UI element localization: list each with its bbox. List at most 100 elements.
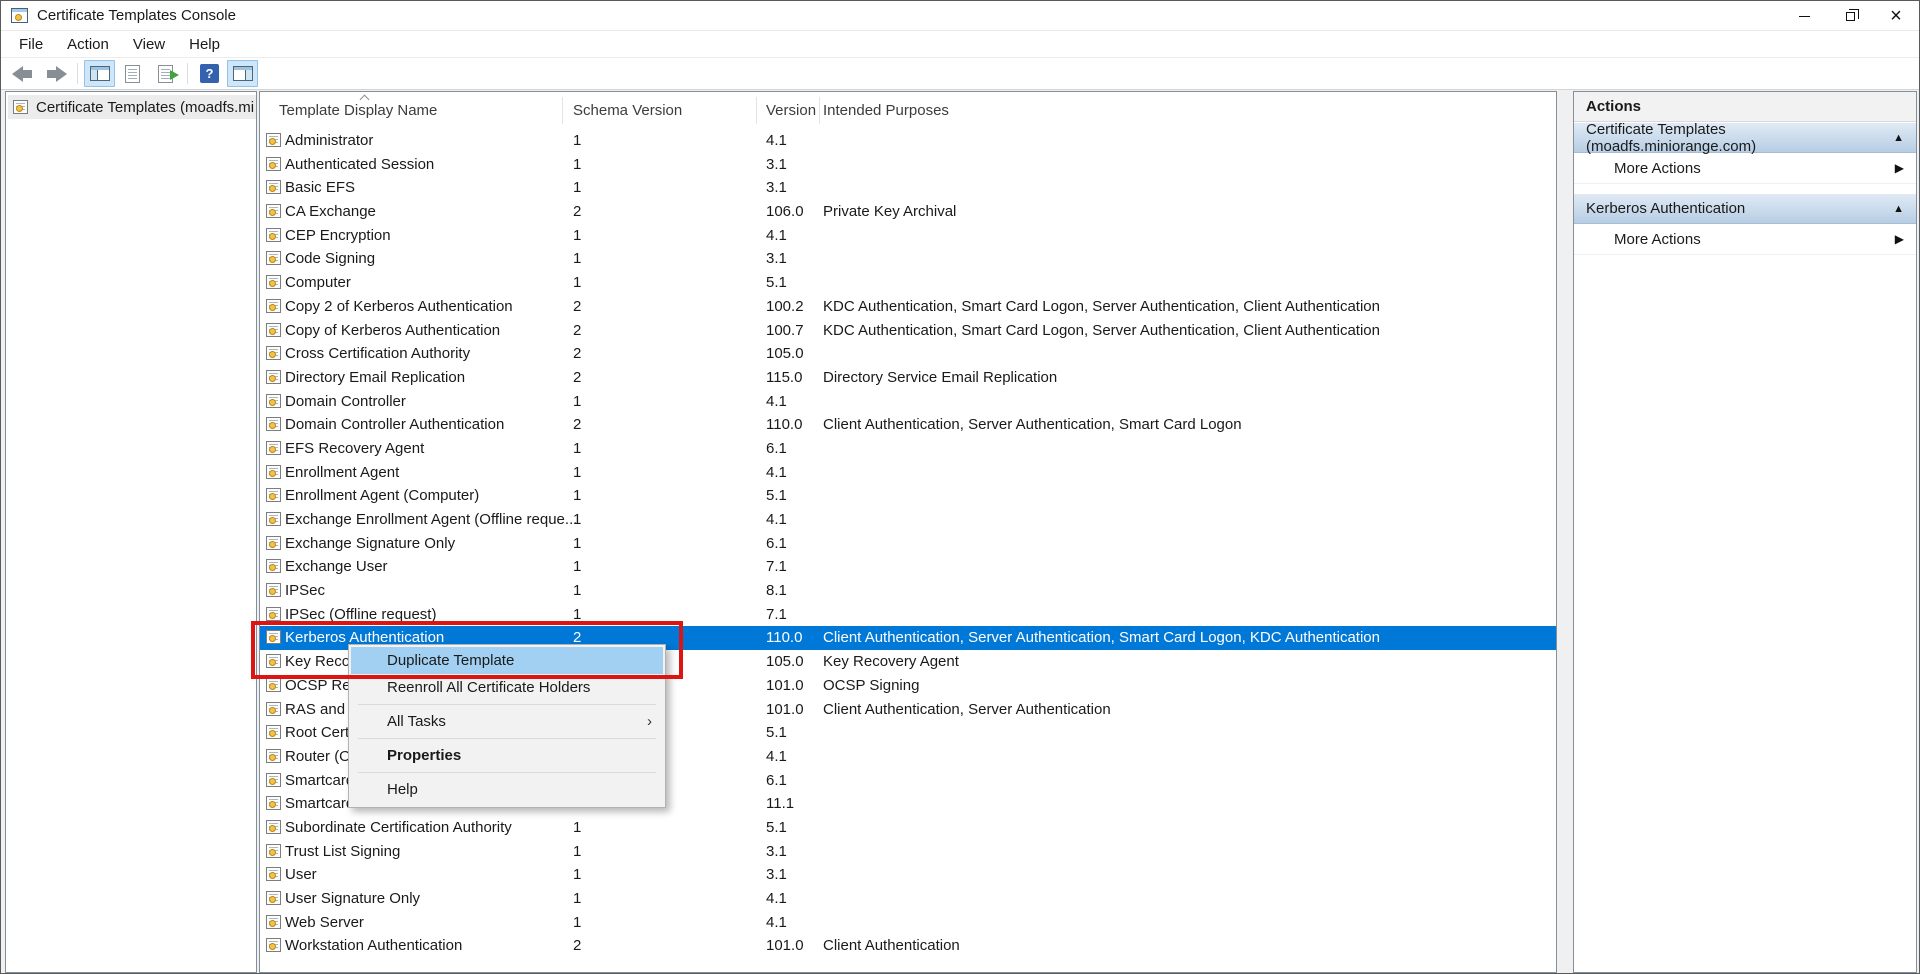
table-row[interactable]: Basic EFS13.1 xyxy=(260,176,1556,200)
window-controls: × xyxy=(1781,1,1919,31)
cell-schema: 1 xyxy=(573,816,581,840)
table-row[interactable]: Code Signing13.1 xyxy=(260,247,1556,271)
table-row[interactable]: Directory Email Replication2115.0Directo… xyxy=(260,366,1556,390)
table-row[interactable]: User Signature Only14.1 xyxy=(260,887,1556,911)
certificate-template-icon xyxy=(266,370,281,384)
export-list-button[interactable] xyxy=(150,60,181,87)
menu-help[interactable]: Help xyxy=(177,36,232,53)
cell-schema: 1 xyxy=(573,555,581,579)
table-row[interactable]: Trust List Signing13.1 xyxy=(260,840,1556,864)
table-row[interactable]: Authenticated Session13.1 xyxy=(260,153,1556,177)
cell-name: CA Exchange xyxy=(285,200,376,224)
collapse-icon[interactable]: ▲ xyxy=(1893,203,1904,215)
cell-schema: 2 xyxy=(573,413,581,437)
certificate-template-icon xyxy=(266,323,281,337)
cell-name: Router (O xyxy=(285,745,351,769)
cell-purp: Key Recovery Agent xyxy=(823,650,959,674)
cell-version: 6.1 xyxy=(766,532,787,556)
show-action-pane-button[interactable] xyxy=(227,60,258,87)
cell-schema: 2 xyxy=(573,342,581,366)
tree-root-item[interactable]: Certificate Templates (moadfs.mi xyxy=(8,95,256,119)
column-divider[interactable] xyxy=(756,97,757,124)
cell-version: 105.0 xyxy=(766,342,804,366)
cell-version: 5.1 xyxy=(766,816,787,840)
table-row[interactable]: User13.1 xyxy=(260,863,1556,887)
context-menu-item-help[interactable]: Help xyxy=(349,776,665,803)
cell-version: 110.0 xyxy=(766,413,802,437)
column-header-version[interactable]: Version xyxy=(766,92,816,129)
cell-version: 4.1 xyxy=(766,224,787,248)
certificate-template-icon xyxy=(266,938,281,952)
cell-purp: KDC Authentication, Smart Card Logon, Se… xyxy=(823,295,1380,319)
table-row[interactable]: Cross Certification Authority2105.0 xyxy=(260,342,1556,366)
cell-schema: 1 xyxy=(573,508,581,532)
properties-button[interactable] xyxy=(117,60,148,87)
cell-version: 3.1 xyxy=(766,153,787,177)
certificate-template-icon xyxy=(266,891,281,905)
table-row[interactable]: Subordinate Certification Authority15.1 xyxy=(260,816,1556,840)
table-row[interactable]: EFS Recovery Agent16.1 xyxy=(260,437,1556,461)
certificate-template-icon xyxy=(266,299,281,313)
column-divider[interactable] xyxy=(819,97,820,124)
action-section-header-kerberos-authentication[interactable]: Kerberos Authentication▲ xyxy=(1574,193,1916,224)
certificate-template-icon xyxy=(266,512,281,526)
collapse-icon[interactable]: ▲ xyxy=(1893,132,1904,144)
cell-version: 6.1 xyxy=(766,437,787,461)
cell-version: 3.1 xyxy=(766,247,787,271)
table-row[interactable]: CEP Encryption14.1 xyxy=(260,224,1556,248)
column-header-template-display-name[interactable]: Template Display Name xyxy=(279,92,437,129)
table-row[interactable]: Enrollment Agent14.1 xyxy=(260,461,1556,485)
help-button[interactable]: ? xyxy=(194,60,225,87)
cell-version: 101.0 xyxy=(766,934,804,958)
console-tree-icon xyxy=(90,66,110,81)
close-button[interactable]: × xyxy=(1873,1,1919,31)
menu-file[interactable]: File xyxy=(7,36,55,53)
column-header-intended-purposes[interactable]: Intended Purposes xyxy=(823,92,949,129)
table-row[interactable]: Copy of Kerberos Authentication2100.7KDC… xyxy=(260,319,1556,343)
table-row[interactable]: IPSec18.1 xyxy=(260,579,1556,603)
certificate-template-icon xyxy=(266,465,281,479)
menu-action[interactable]: Action xyxy=(55,36,121,53)
cell-schema: 2 xyxy=(573,366,581,390)
table-row[interactable]: Computer15.1 xyxy=(260,271,1556,295)
table-row[interactable]: Web Server14.1 xyxy=(260,911,1556,935)
menu-view[interactable]: View xyxy=(121,36,177,53)
restore-button[interactable] xyxy=(1827,1,1873,31)
cell-schema: 2 xyxy=(573,319,581,343)
cell-purp: Directory Service Email Replication xyxy=(823,366,1057,390)
cell-version: 3.1 xyxy=(766,863,787,887)
cell-version: 3.1 xyxy=(766,840,787,864)
table-row[interactable]: CA Exchange2106.0Private Key Archival xyxy=(260,200,1556,224)
back-button[interactable] xyxy=(7,60,38,87)
minimize-button[interactable] xyxy=(1781,1,1827,31)
cell-schema: 1 xyxy=(573,911,581,935)
context-menu-item-properties[interactable]: Properties xyxy=(349,742,665,769)
actions-pane: Actions Certificate Templates (moadfs.mi… xyxy=(1573,91,1917,973)
table-row[interactable]: Enrollment Agent (Computer)15.1 xyxy=(260,484,1556,508)
action-section-header-certificate-templates-moadfs-miniorange-com[interactable]: Certificate Templates (moadfs.miniorange… xyxy=(1574,122,1916,153)
more-actions-item[interactable]: More Actions▶ xyxy=(1574,224,1916,255)
table-row[interactable]: Workstation Authentication2101.0Client A… xyxy=(260,934,1556,958)
cell-name: Directory Email Replication xyxy=(285,366,465,390)
certificate-template-icon xyxy=(266,773,281,787)
cell-schema: 1 xyxy=(573,461,581,485)
table-row[interactable]: Exchange Signature Only16.1 xyxy=(260,532,1556,556)
show-console-tree-button[interactable] xyxy=(84,60,115,87)
cell-name: Authenticated Session xyxy=(285,153,434,177)
table-row[interactable]: Exchange User17.1 xyxy=(260,555,1556,579)
table-row[interactable]: Administrator14.1 xyxy=(260,129,1556,153)
certificate-template-icon xyxy=(266,749,281,763)
more-actions-item[interactable]: More Actions▶ xyxy=(1574,153,1916,184)
certificate-template-icon xyxy=(266,702,281,716)
certificate-templates-console-window: Certificate Templates Console × FileActi… xyxy=(0,0,1920,974)
table-row[interactable]: Exchange Enrollment Agent (Offline reque… xyxy=(260,508,1556,532)
certificate-template-icon xyxy=(266,204,281,218)
table-row[interactable]: Copy 2 of Kerberos Authentication2100.2K… xyxy=(260,295,1556,319)
context-menu-item-all-tasks[interactable]: All Tasks› xyxy=(349,708,665,735)
certificate-template-icon xyxy=(266,157,281,171)
column-divider[interactable] xyxy=(562,97,563,124)
forward-button[interactable] xyxy=(40,60,71,87)
table-row[interactable]: Domain Controller14.1 xyxy=(260,390,1556,414)
column-header-schema-version[interactable]: Schema Version xyxy=(573,92,682,129)
table-row[interactable]: Domain Controller Authentication2110.0Cl… xyxy=(260,413,1556,437)
